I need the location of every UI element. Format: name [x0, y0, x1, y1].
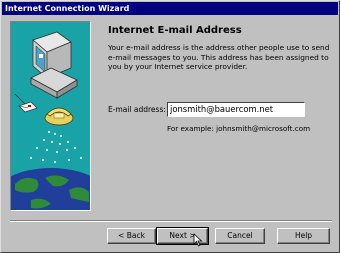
email-address-input[interactable]: jonsmith@bauercom.net — [167, 102, 305, 117]
page-description: Your e-mail address is the address other… — [108, 43, 330, 71]
cancel-button[interactable]: Cancel — [215, 228, 265, 244]
page-heading: Internet E-mail Address — [108, 25, 242, 36]
computer-icon — [30, 31, 78, 99]
window-title: Internet Connection Wizard — [5, 4, 130, 13]
email-example-text: For example: johnsmith@microsoft.com — [167, 124, 311, 133]
button-separator — [10, 220, 332, 222]
globe-icon — [11, 168, 90, 210]
wizard-illustration-graphic — [11, 22, 90, 210]
wizard-illustration — [10, 21, 91, 211]
title-bar: Internet Connection Wizard — [2, 2, 338, 15]
email-address-label: E-mail address: — [108, 105, 166, 114]
mouse-cursor-icon — [193, 233, 203, 247]
help-button[interactable]: Help — [277, 228, 330, 244]
wizard-window: Internet Connection Wizard Internet E-ma… — [0, 0, 340, 253]
back-button[interactable]: < Back — [107, 228, 156, 244]
